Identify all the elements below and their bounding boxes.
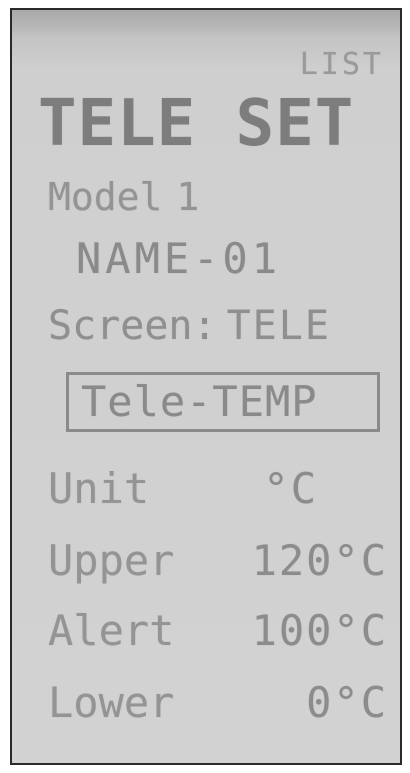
setting-value: °C (263, 464, 318, 513)
model-row: Model 1 (48, 178, 199, 216)
setting-row-unit[interactable]: Unit °C (48, 468, 388, 518)
lcd-screen: LIST TELE SET Model 1 NAME-01 Screen: TELE… (10, 8, 402, 765)
screen-value: TELE (226, 303, 331, 349)
setting-value: 100°C (251, 606, 388, 655)
model-name: NAME-01 (76, 234, 282, 283)
selected-item-label: Tele-TEMP (81, 377, 318, 426)
setting-row-alert[interactable]: Alert 100°C (48, 610, 388, 660)
setting-row-upper[interactable]: Upper 120°C (48, 540, 388, 590)
list-button[interactable]: LIST (300, 50, 384, 80)
setting-row-lower[interactable]: Lower 0°C (48, 682, 388, 732)
screen-label: Screen: (48, 303, 217, 349)
model-label: Model (48, 175, 163, 219)
model-number: 1 (176, 175, 200, 219)
setting-label: Lower (48, 678, 175, 727)
setting-value: 0°C (306, 678, 388, 727)
setting-label: Upper (48, 536, 175, 585)
selected-item-box[interactable]: Tele-TEMP (66, 372, 380, 432)
setting-label: Alert (48, 606, 175, 655)
page-title: TELE SET (38, 87, 355, 161)
setting-label: Unit (48, 464, 150, 513)
setting-value: 120°C (251, 536, 388, 585)
screen-row[interactable]: Screen: TELE (48, 306, 331, 346)
